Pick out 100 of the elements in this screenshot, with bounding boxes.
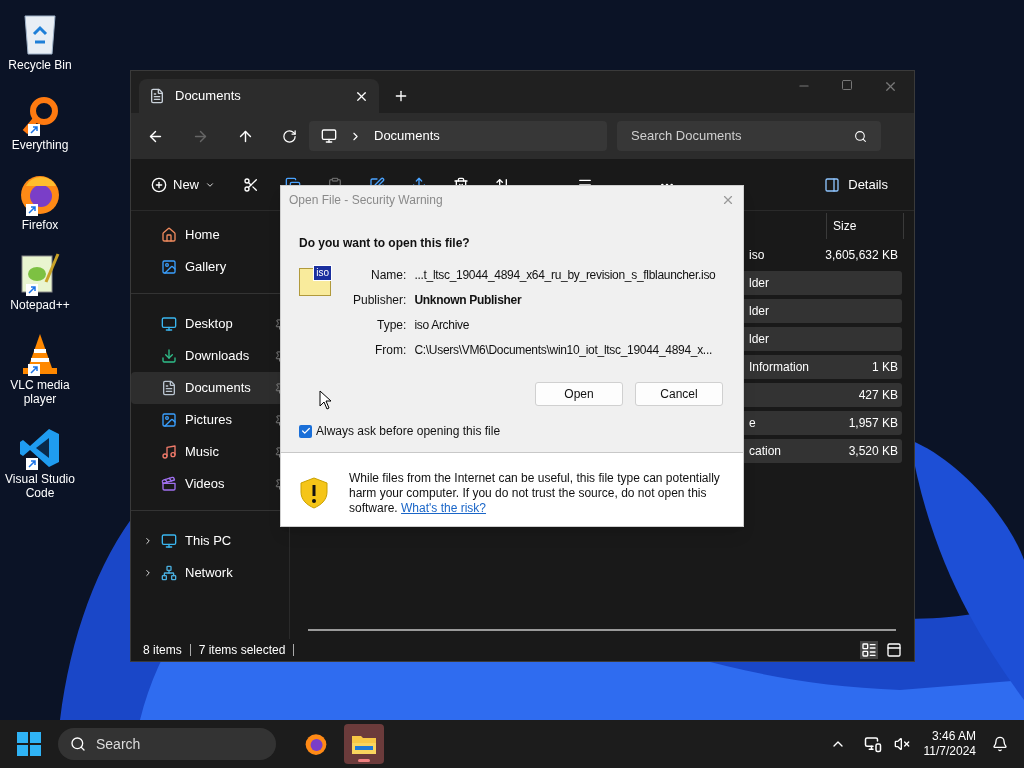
- sidebar-item[interactable]: Videos: [131, 468, 289, 500]
- sidebar-item[interactable]: Desktop: [131, 308, 289, 340]
- sidebar-item[interactable]: Home: [131, 219, 289, 251]
- file-size-cell-text: 3,520 KB: [848, 443, 899, 460]
- field-label: From:: [374, 342, 407, 359]
- search-placeholder: Search: [96, 734, 141, 754]
- refresh-icon[interactable]: [282, 128, 297, 144]
- desktop-icon-label[interactable]: VLC media player: [4, 378, 76, 406]
- recycle-bin-icon: [22, 12, 58, 56]
- dialog-title: Open File - Security Warning: [289, 192, 444, 209]
- field-value: Unknown Publisher: [414, 292, 523, 309]
- start-logo-icon[interactable]: [16, 731, 42, 757]
- mouse-cursor-icon: [319, 390, 332, 410]
- field-label: Name:: [370, 267, 407, 284]
- notepad-icon: [18, 252, 62, 296]
- plus-circle-icon: [151, 176, 167, 193]
- details-button[interactable]: Details: [824, 174, 888, 195]
- desktop-icon-label[interactable]: Notepad++: [4, 298, 76, 312]
- sidebar-item-label: Music: [185, 443, 220, 462]
- shortcut-arrow-icon: [28, 124, 40, 136]
- active-indicator: [358, 759, 370, 762]
- desktop-icon-label[interactable]: Everything: [4, 138, 76, 152]
- desktop-icon-label[interactable]: Firefox: [4, 218, 76, 232]
- taskbar-search-field[interactable]: Search: [58, 728, 276, 760]
- notification-bell-icon[interactable]: [992, 736, 1008, 752]
- shortcut-arrow-icon: [28, 364, 40, 376]
- search-field[interactable]: Search Documents: [617, 121, 881, 151]
- film-icon: [161, 476, 177, 492]
- computer-icon: [321, 128, 337, 144]
- field-value: C:\Users\VM6\Documents\win10_iot_ltsc_19044_4894_x...: [414, 342, 713, 359]
- computer-icon: [161, 533, 177, 549]
- new-button[interactable]: New: [151, 174, 215, 195]
- chevron-right-icon[interactable]: [143, 568, 153, 578]
- new-tab-icon[interactable]: [393, 88, 409, 104]
- desktop-icon-label[interactable]: Visual Studio Code: [4, 472, 76, 500]
- search-placeholder: Search Documents: [631, 127, 743, 146]
- sidebar-item[interactable]: Gallery: [131, 251, 289, 283]
- checkbox-label: Always ask before opening this file: [316, 423, 501, 440]
- file-size-cell-text: 427 KB: [858, 387, 899, 404]
- file-type-cell-text: e: [749, 415, 757, 432]
- checkbox[interactable]: [299, 424, 312, 438]
- search-icon: [854, 129, 867, 143]
- dialog-question: Do you want to open this file?: [299, 235, 471, 252]
- details-pane-icon: [824, 176, 841, 193]
- file-type-cell-text: lder: [749, 331, 770, 348]
- music-note-icon: [161, 444, 177, 460]
- picture-icon: [161, 412, 177, 428]
- sidebar-item[interactable]: Network: [131, 557, 289, 589]
- file-type-cell-text: Information: [749, 359, 811, 376]
- sidebar-item-label: Videos: [185, 475, 226, 494]
- document-icon: [161, 380, 177, 396]
- sidebar-item[interactable]: This PC: [131, 525, 289, 557]
- window-tab[interactable]: Documents: [139, 79, 379, 113]
- shortcut-arrow-icon: [26, 204, 38, 216]
- network-status-icon[interactable]: [863, 735, 882, 753]
- sidebar-item[interactable]: Downloads: [131, 340, 289, 372]
- field-label: Type:: [376, 317, 407, 334]
- item-count: 8 items: [143, 642, 182, 659]
- file-type-cell-text: cation: [749, 443, 783, 460]
- taskbar-clock[interactable]: 3:46 AM 11/7/2024: [923, 729, 976, 759]
- field-value: ...t_ltsc_19044_4894_x64_ru_by_revision_s_flblauncher.iso: [414, 267, 716, 284]
- search-icon: [70, 736, 86, 752]
- column-header[interactable]: Size: [826, 213, 904, 239]
- field-value: iso Archive: [414, 317, 471, 334]
- browser-icon: [304, 732, 328, 756]
- tiles-view-icon[interactable]: [886, 642, 902, 658]
- file-type-cell-text: lder: [749, 303, 770, 320]
- sidebar-item-label: Downloads: [185, 347, 251, 366]
- sidebar-item[interactable]: Music: [131, 436, 289, 468]
- sidebar-item-label: Documents: [185, 379, 252, 398]
- folder-icon: [351, 733, 377, 755]
- maximize-icon[interactable]: [841, 79, 853, 91]
- home-icon: [161, 227, 177, 243]
- cut-icon[interactable]: [243, 176, 259, 193]
- warning-text: While files from the Internet can be useful, this file type can potentially harm your computer. If you do not trust the source, do not open this software. What's the risk?: [349, 471, 721, 517]
- sidebar-item[interactable]: Pictures: [131, 404, 289, 436]
- sidebar-item-label: Gallery: [185, 258, 228, 277]
- address-bar[interactable]: Documents: [309, 121, 607, 151]
- sidebar-item-label: Pictures: [185, 411, 233, 430]
- field-label: Publisher:: [353, 292, 407, 309]
- taskbar-app-button[interactable]: [344, 724, 384, 764]
- document-icon: [149, 88, 165, 104]
- tab-title: Documents: [175, 87, 242, 106]
- chevron-right-icon[interactable]: [143, 536, 153, 546]
- dialog-button[interactable]: Cancel: [635, 382, 723, 406]
- sidebar-item-label: Desktop: [185, 315, 234, 334]
- volume-muted-icon[interactable]: [893, 736, 910, 752]
- shortcut-arrow-icon: [26, 284, 38, 296]
- file-size-cell-text: 1,957 KB: [848, 415, 899, 432]
- file-type-cell-text: iso: [749, 247, 766, 264]
- file-size-cell-text: 3,605,632 KB: [825, 247, 899, 264]
- download-icon: [161, 348, 177, 364]
- dialog-button[interactable]: Open: [535, 382, 623, 406]
- sidebar-item-label: Network: [185, 564, 234, 583]
- desktop-icon-label[interactable]: Recycle Bin: [4, 58, 76, 72]
- risk-link[interactable]: What's the risk?: [401, 501, 486, 515]
- address-location: Documents: [374, 127, 440, 146]
- network-icon: [161, 565, 177, 581]
- horizontal-scrollbar[interactable]: [308, 629, 896, 631]
- details-view-icon[interactable]: [860, 641, 878, 659]
